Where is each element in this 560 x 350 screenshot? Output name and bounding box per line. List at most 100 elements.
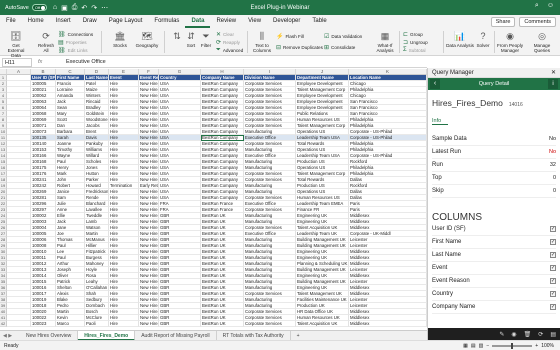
name-box[interactable]: H11 (2, 57, 32, 67)
connections-button[interactable]: ⛓ Connections (58, 31, 93, 38)
subtotal-button[interactable]: Σ Subtotal (403, 47, 426, 53)
from-peoply-manager-button[interactable]: ◉ From Peoply Manager (496, 30, 524, 53)
sheet-tab[interactable]: Audit Report of Missing Payroll (135, 330, 217, 341)
search-icon[interactable]: ⌕ (535, 2, 539, 10)
checkbox[interactable]: ✓ (550, 278, 556, 284)
data-validation-button[interactable]: ☑ Data Validation (324, 33, 362, 40)
delete-icon[interactable]: 🗑 (524, 331, 532, 338)
zoom-in-icon[interactable]: + (535, 343, 538, 349)
add-sheet-icon[interactable]: + (291, 331, 306, 341)
zoom-out-icon[interactable]: − (486, 343, 489, 349)
table-cell[interactable]: BestRun UK (201, 321, 244, 327)
checkbox[interactable]: ✓ (550, 252, 556, 258)
info-tab[interactable]: Info (432, 118, 448, 125)
column-row[interactable]: First Name ✓ (432, 236, 556, 249)
print-icon[interactable]: ⎙ (72, 4, 78, 12)
sheet-tab[interactable]: RT Totals with Tax Authority (217, 330, 291, 341)
table-cell[interactable]: Middlesex (349, 321, 427, 327)
table-cell[interactable]: Corporate Services (244, 321, 296, 327)
autosave-control[interactable]: AutoSave Off (5, 4, 47, 11)
table-cell[interactable] (7, 321, 31, 327)
column-row[interactable]: Event Reason ✓ (432, 275, 556, 288)
get-external-data-button[interactable]: 🗄 Get External Data (4, 30, 28, 58)
column-row[interactable]: Company Name ✓ (432, 301, 556, 314)
filter-button[interactable]: ⏷ Filter (199, 30, 213, 48)
function-icon[interactable]: fx (38, 59, 66, 65)
info-icon[interactable]: i (548, 79, 558, 89)
refresh-icon[interactable]: ⟳ (538, 331, 543, 338)
tab-formulas[interactable]: Formulas (148, 15, 185, 28)
refresh-all-button[interactable]: ⟳ Refresh All (36, 30, 56, 53)
table-cell[interactable]: Talent Acquisition UK (296, 321, 349, 327)
worksheet-grid[interactable]: A B C D E F G H I J K 1 User ID (SF) First Name Last N… (0, 69, 427, 330)
properties-button[interactable]: ▤ Properties (58, 39, 87, 46)
sheet-tab[interactable]: Hires_Fires_Demo (78, 330, 136, 341)
redo-icon[interactable]: ↷ (91, 4, 97, 12)
view-icon[interactable]: ◉ (511, 331, 516, 338)
table-cell[interactable]: Paoli (85, 321, 109, 327)
tab-table[interactable]: Table (306, 15, 332, 28)
undo-icon[interactable]: ↶ (81, 4, 87, 12)
consolidate-button[interactable]: ⊞ Consolidate (324, 44, 355, 51)
account-icon[interactable]: ☺ (547, 2, 554, 10)
back-arrow-icon[interactable]: ‹ (430, 79, 440, 89)
advanced-button[interactable]: ⏷ Advanced (216, 47, 243, 54)
share-button[interactable]: Share (490, 16, 516, 27)
sort-ascending-button[interactable]: ⇅ (170, 30, 184, 43)
table-cell[interactable]: 100023 (31, 321, 56, 327)
geography-button[interactable]: 🗺 Geography (134, 30, 160, 48)
run-icon[interactable]: ▤ (550, 331, 556, 338)
checkbox[interactable]: ✓ (550, 265, 556, 271)
zoom-slider[interactable] (492, 342, 533, 349)
data-analysis-button[interactable]: 📊 Data Analysis (446, 30, 474, 48)
ungroup-button[interactable]: ⊐ Ungroup (403, 39, 428, 46)
checkbox[interactable]: ✓ (550, 291, 556, 297)
table-cell[interactable]: Hire (109, 321, 139, 327)
table-cell[interactable]: Marco (56, 321, 85, 327)
manage-queries-button[interactable]: ◎ Manage Queries (527, 30, 557, 53)
tab-draw[interactable]: Draw (77, 15, 103, 28)
tab-developer[interactable]: Developer (267, 15, 306, 28)
tab-file[interactable]: File (0, 15, 22, 28)
tab-insert[interactable]: Insert (50, 15, 77, 28)
tab-page-layout[interactable]: Page Layout (103, 15, 149, 28)
row-header[interactable]: 42 (0, 321, 7, 327)
column-row[interactable]: User ID (SF) ✓ (432, 223, 556, 236)
tab-view[interactable]: View (242, 15, 267, 28)
sheet-tab[interactable]: New Hires Overview (20, 330, 79, 341)
flash-fill-button[interactable]: ⚡ Flash Fill (276, 33, 304, 40)
table-cell[interactable]: New Hire (139, 321, 159, 327)
edit-icon[interactable]: ✎ (499, 331, 504, 338)
sheet-nav-arrows[interactable]: ◀ ▶ (0, 333, 20, 339)
home-icon[interactable]: ⌂ (53, 4, 57, 12)
more-icon[interactable]: ⋯ (101, 4, 108, 12)
checkbox[interactable]: ✓ (550, 304, 556, 310)
table-cell[interactable]: GBR (159, 321, 201, 327)
what-if-analysis-button[interactable]: ▦ What-If Analysis (372, 30, 398, 53)
page-layout-icon[interactable]: ▤ (471, 343, 476, 349)
close-icon[interactable]: ✕ (551, 68, 556, 78)
reapply-button[interactable]: ⟳ Reapply (216, 39, 240, 46)
page-break-icon[interactable]: ▥ (479, 343, 484, 349)
column-row[interactable]: Last Name ✓ (432, 249, 556, 262)
tab-home[interactable]: Home (22, 15, 50, 28)
column-row[interactable]: Event ✓ (432, 262, 556, 275)
normal-view-icon[interactable]: ▦ (463, 343, 468, 349)
clear-button[interactable]: ✕ Clear (216, 31, 234, 38)
checkbox[interactable]: ✓ (550, 226, 556, 232)
group-button[interactable]: ⊏ Group (403, 31, 423, 38)
stocks-button[interactable]: 🏛 Stocks (108, 30, 132, 48)
column-row[interactable]: Country ✓ (432, 288, 556, 301)
save-icon[interactable]: ▣ (61, 4, 68, 12)
checkbox[interactable]: ✓ (550, 239, 556, 245)
sort-button[interactable]: ⇵ Sort (184, 30, 198, 48)
autosave-toggle[interactable]: Off (31, 4, 47, 11)
tab-review[interactable]: Review (210, 15, 242, 28)
remove-duplicates-button[interactable]: ⊟ Remove Duplicates (276, 44, 323, 51)
comments-button[interactable]: Comments (519, 16, 556, 27)
tab-data[interactable]: Data (185, 15, 211, 28)
solver-button[interactable]: ? Solver (473, 30, 493, 48)
formula-input[interactable]: Executive Office (66, 59, 106, 65)
edit-links-button[interactable]: ⛓ Edit Links (58, 47, 88, 54)
text-to-columns-button[interactable]: ⫼ Text to Columns (251, 30, 273, 53)
